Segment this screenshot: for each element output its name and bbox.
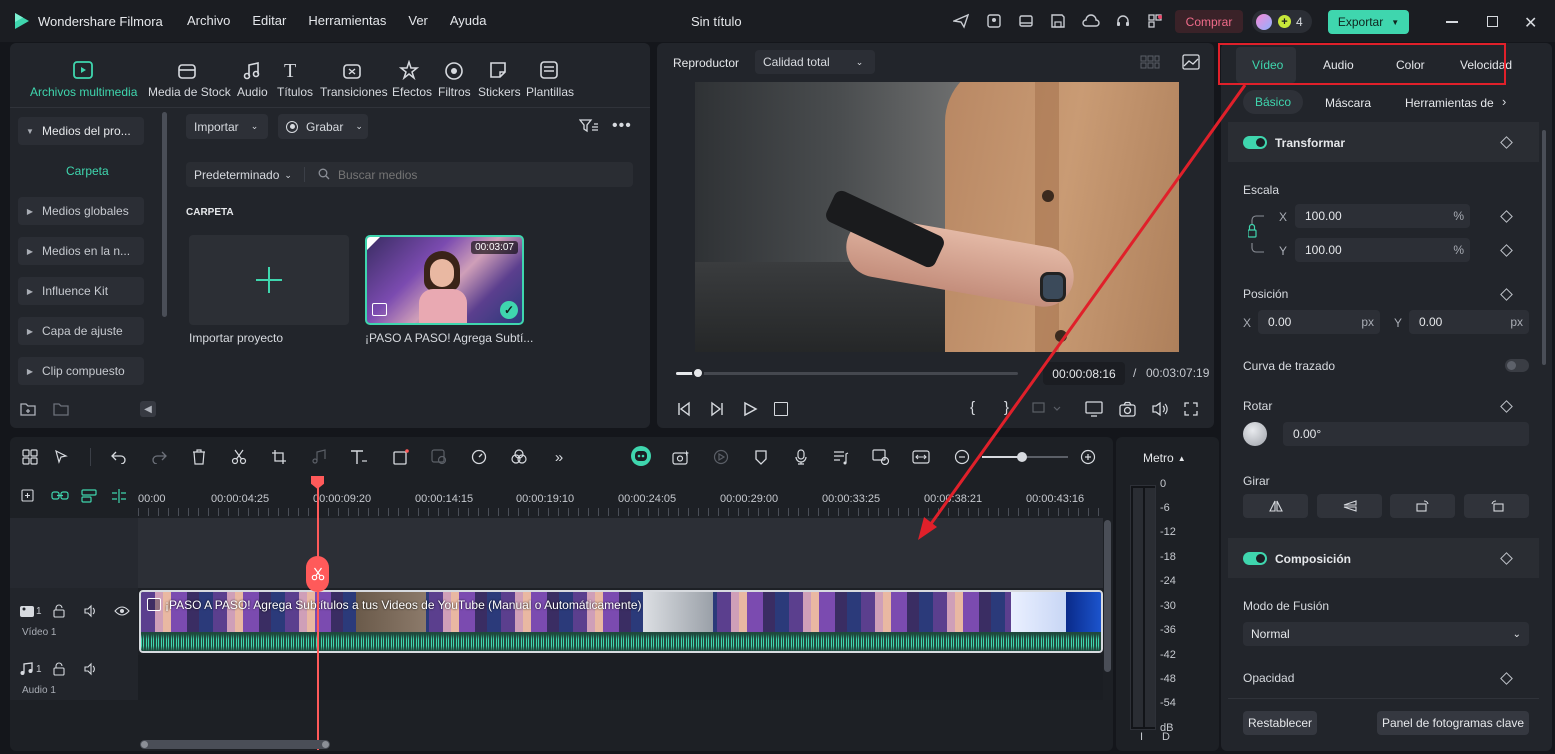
- annotation-arrow: [918, 84, 1247, 540]
